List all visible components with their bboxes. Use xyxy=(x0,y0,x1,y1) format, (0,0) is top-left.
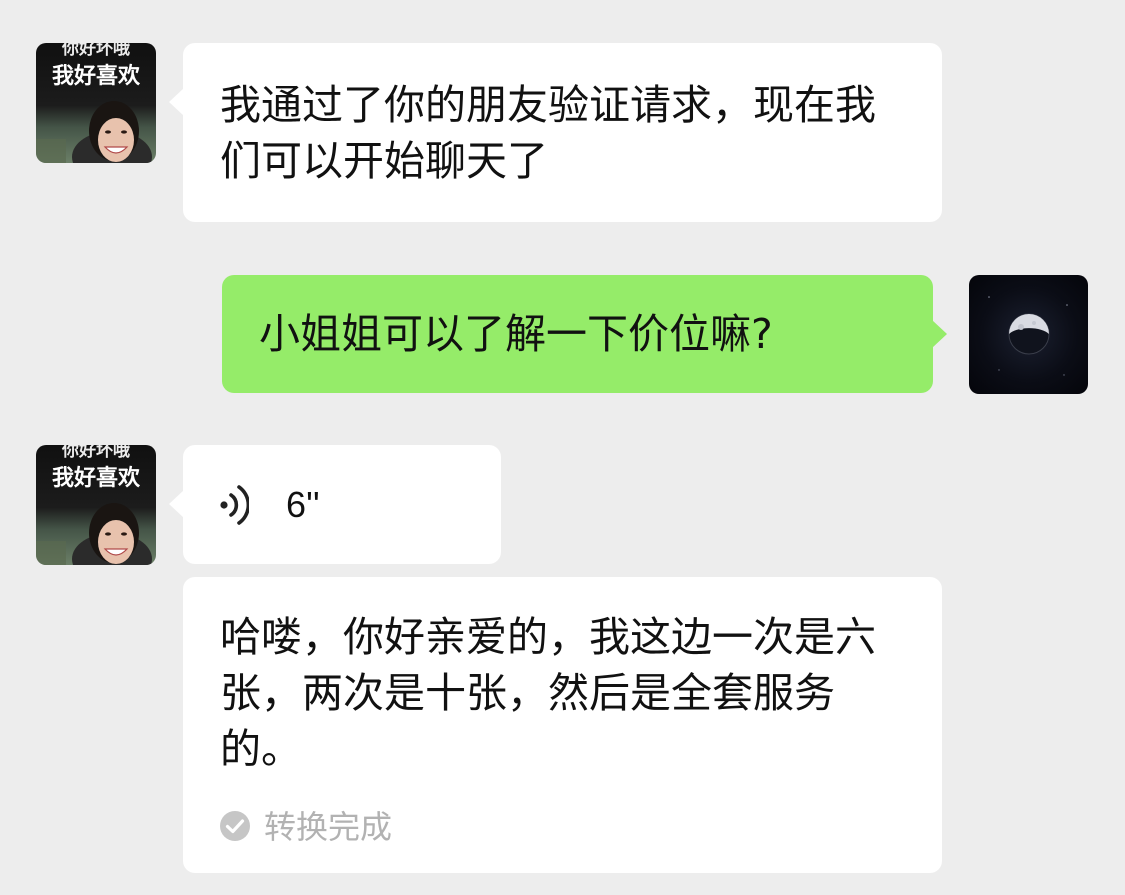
message-text: 小姐姐可以了解一下价位嘛? xyxy=(259,310,773,358)
transcript-status: 转换完成 xyxy=(264,808,393,846)
check-circle-icon xyxy=(220,811,250,841)
voice-message-bubble[interactable]: 6'' xyxy=(169,445,501,564)
bubble-tail xyxy=(169,88,184,116)
avatar-face-image xyxy=(36,503,152,565)
contact-avatar[interactable]: 你好坏哦 我好喜欢 xyxy=(36,445,156,565)
voice-transcript-bubble[interactable]: 哈喽，你好亲爱的，我这边一次是六张，两次是十张，然后是全套服务的。 转换完成 xyxy=(183,577,942,873)
transcript-text: 哈喽，你好亲爱的，我这边一次是六张，两次是十张，然后是全套服务的。 xyxy=(220,613,876,773)
avatar-caption-2: 我好喜欢 xyxy=(51,63,140,89)
bubble-tail xyxy=(932,320,947,348)
message-bubble-incoming[interactable]: 我通过了你的朋友验证请求，现在我们可以开始聊天了 xyxy=(169,43,942,222)
avatar-face-image xyxy=(36,101,152,163)
message-text: 我通过了你的朋友验证请求，现在我们可以开始聊天了 xyxy=(220,81,876,185)
bubble-tail xyxy=(169,490,184,518)
avatar-caption-1: 你好坏哦 xyxy=(62,43,130,59)
avatar-caption-2: 我好喜欢 xyxy=(51,465,140,491)
self-avatar[interactable] xyxy=(969,275,1088,394)
avatar-caption-1: 你好坏哦 xyxy=(62,445,130,461)
message-bubble-outgoing[interactable]: 小姐姐可以了解一下价位嘛? xyxy=(222,275,947,393)
chat-view: 你好坏哦 我好喜欢 我通过了你的朋友验证请求，现在我们可以开始聊天了 小姐姐可以… xyxy=(0,0,1125,895)
voice-duration: 6'' xyxy=(286,484,320,525)
voice-wave-icon xyxy=(220,485,249,525)
contact-avatar[interactable]: 你好坏哦 我好喜欢 xyxy=(36,43,156,163)
moon-image xyxy=(988,296,1068,376)
